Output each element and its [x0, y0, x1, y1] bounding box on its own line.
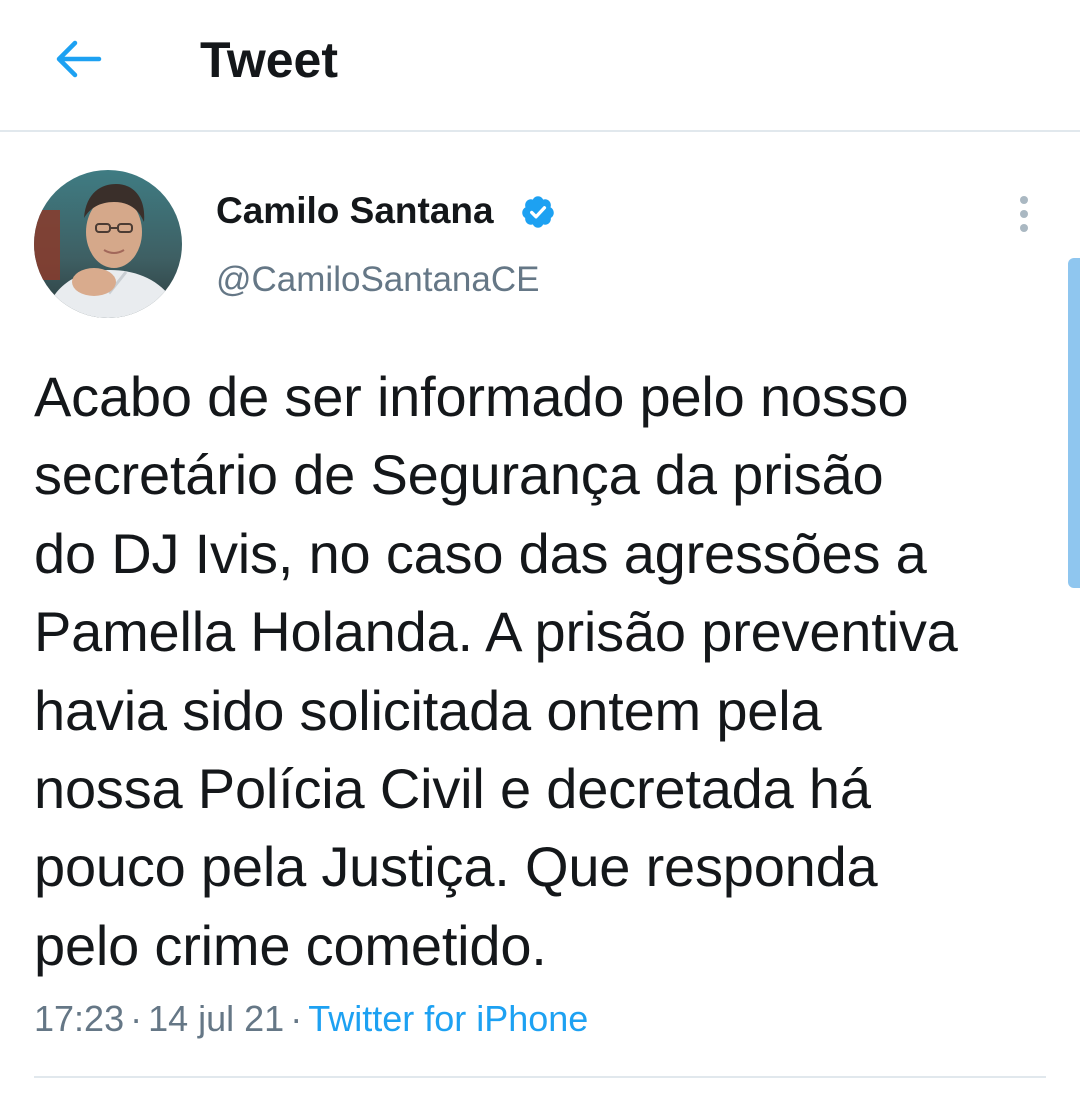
divider	[34, 1076, 1046, 1078]
arrow-left-icon	[56, 40, 102, 78]
profile-photo	[34, 170, 182, 318]
more-vertical-icon	[1020, 196, 1028, 232]
page-title: Tweet	[200, 32, 338, 88]
meta-separator: ·	[130, 998, 143, 1039]
tweet-date: 14 jul 21	[148, 998, 285, 1039]
author-name[interactable]: Camilo Santana	[216, 188, 494, 234]
top-bar: Tweet	[0, 0, 1080, 132]
tweet-source-link[interactable]: Twitter for iPhone	[308, 998, 588, 1039]
tweet-time: 17:23	[34, 998, 125, 1039]
more-options-button[interactable]	[1002, 188, 1046, 240]
back-button[interactable]	[40, 26, 116, 92]
meta-separator: ·	[290, 998, 303, 1039]
verified-badge-icon	[522, 196, 554, 228]
tweet-meta: 17:23 · 14 jul 21 · Twitter for iPhone	[34, 994, 588, 1044]
avatar[interactable]	[34, 170, 182, 318]
scrollbar[interactable]	[1068, 258, 1080, 588]
author-handle[interactable]: @CamiloSantanaCE	[216, 258, 539, 302]
tweet-text: Acabo de ser informado pelo nosso secret…	[34, 365, 958, 977]
